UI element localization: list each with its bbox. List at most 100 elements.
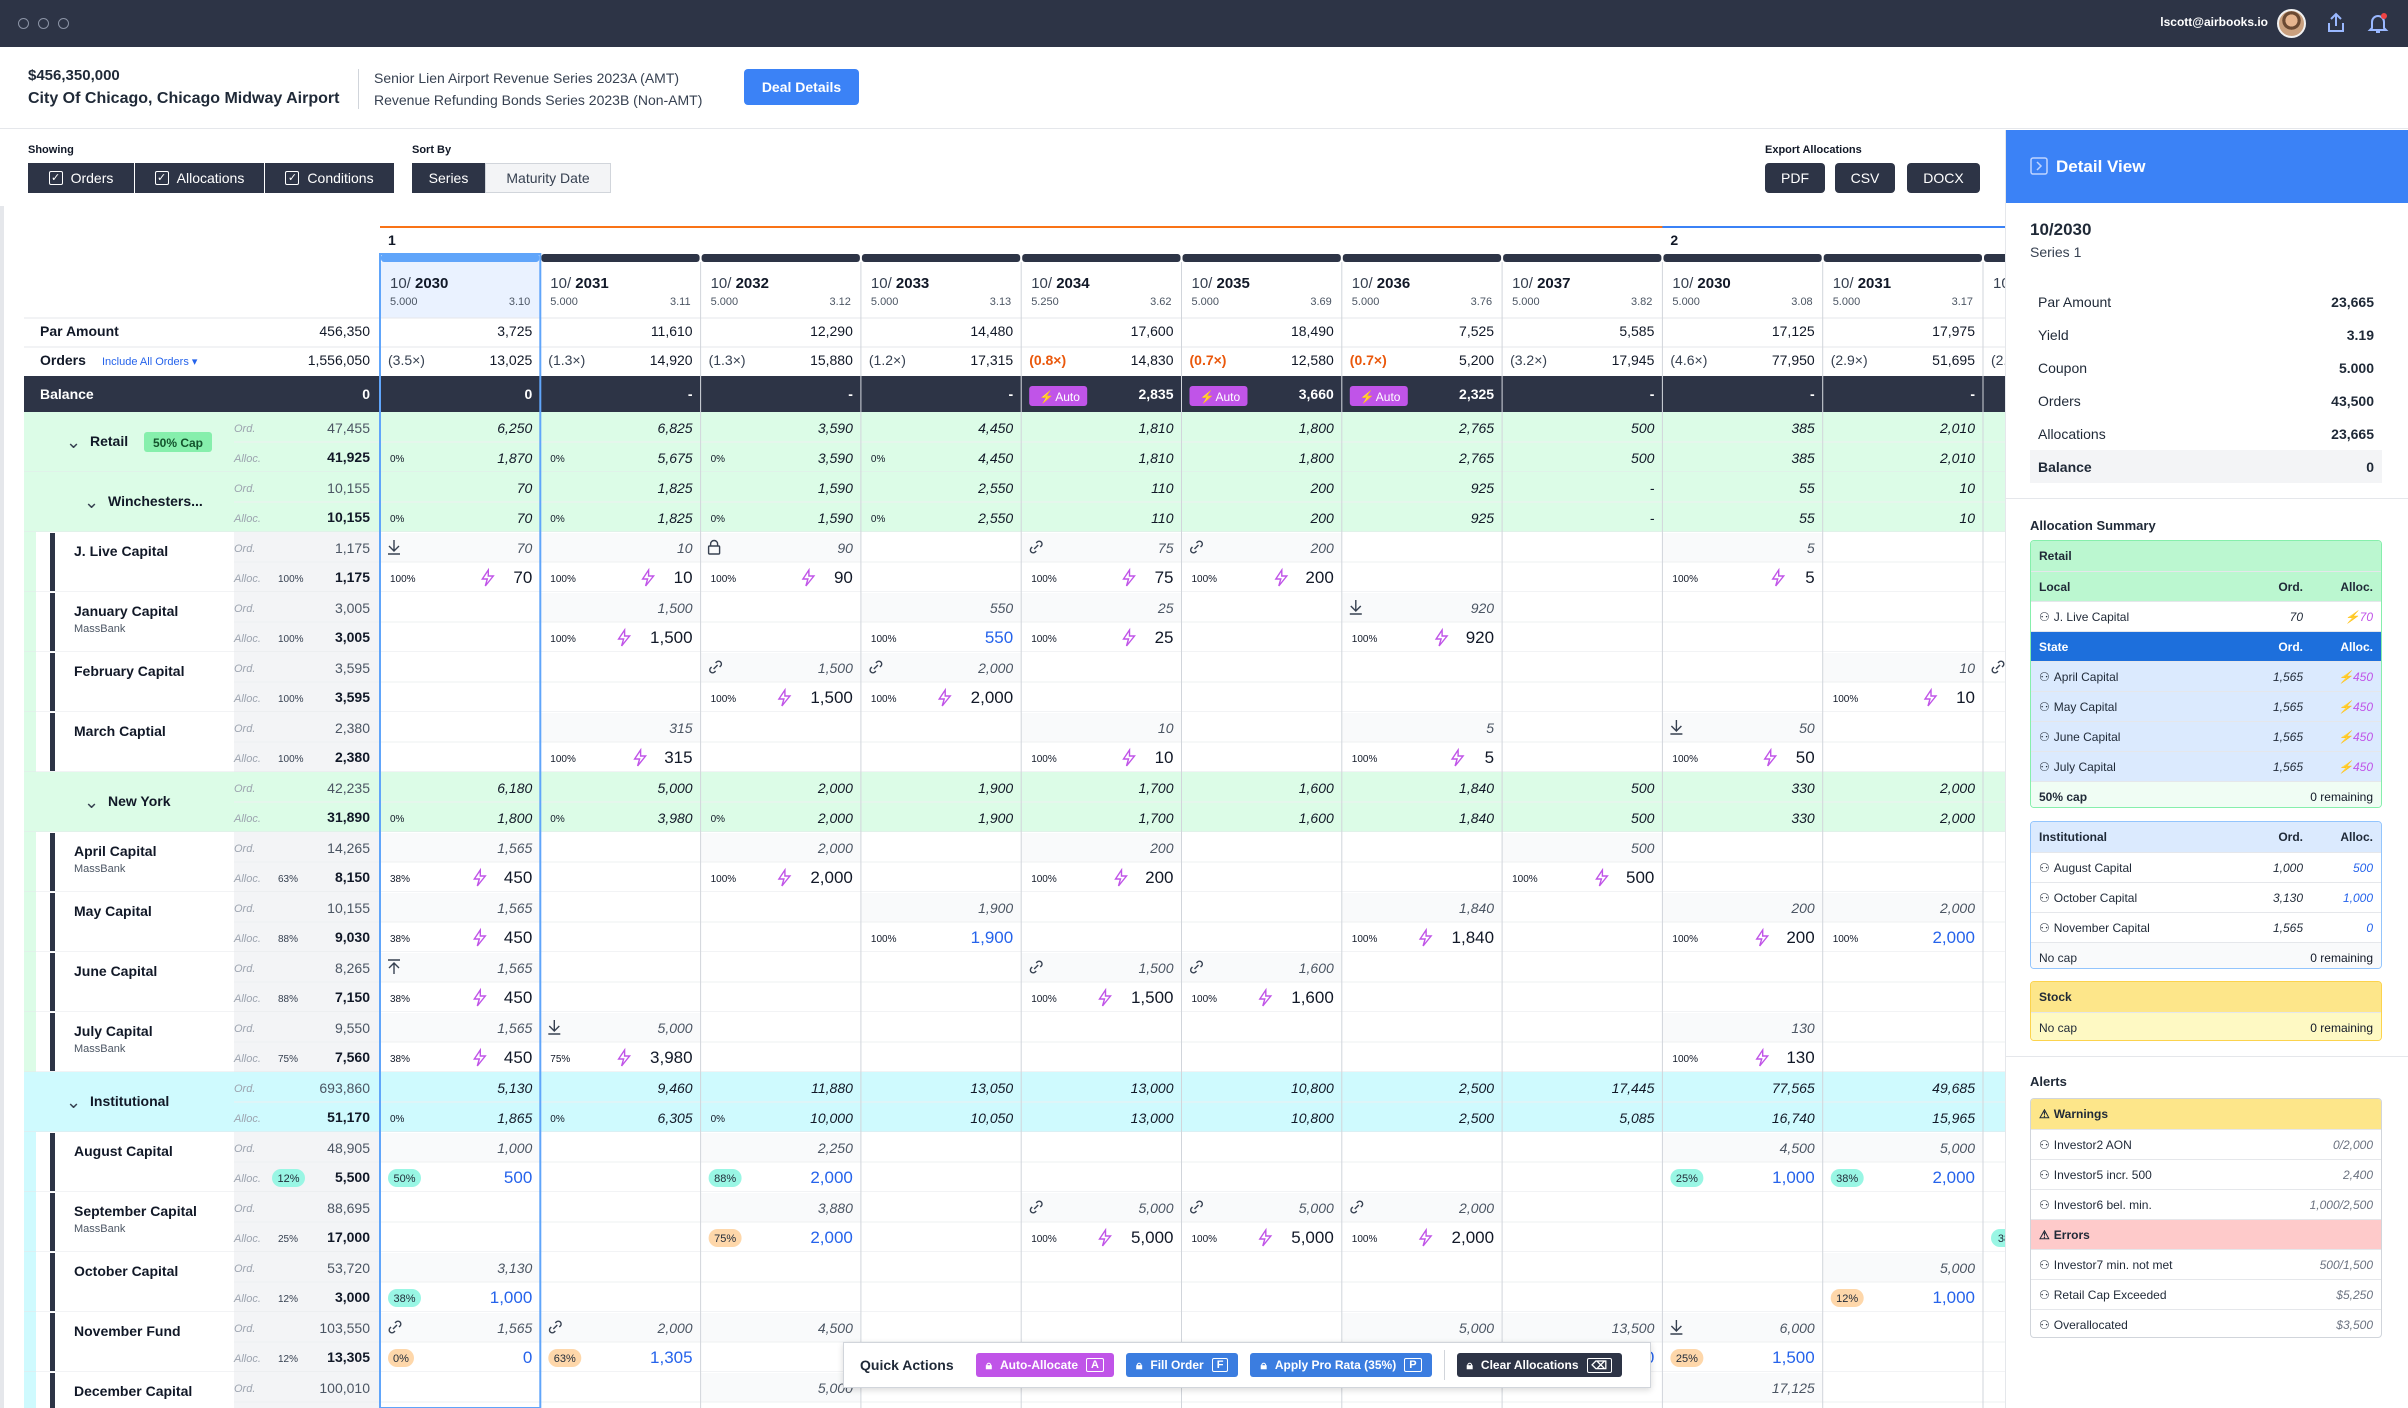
investor-marker bbox=[50, 1373, 55, 1408]
cell-alloc: 2,000 bbox=[810, 1168, 853, 1187]
balance-value: 2,325 bbox=[1459, 386, 1494, 402]
sort-series[interactable]: Series bbox=[412, 163, 485, 193]
fill-order-button[interactable]: 🔒︎ Fill Order F bbox=[1125, 1353, 1239, 1377]
group-name: Retail bbox=[90, 433, 128, 449]
cell-ord: 920 bbox=[1471, 600, 1495, 616]
cell-ord: 4,450 bbox=[978, 420, 1013, 436]
column-tab[interactable] bbox=[1182, 254, 1341, 262]
summary-row[interactable]: ⚇ November Capital 1,565 0 bbox=[2031, 912, 2381, 942]
summary-row[interactable]: ⚇ Overallocated $3,500 bbox=[2031, 1309, 2381, 1337]
cell-ord: 9,460 bbox=[658, 1080, 693, 1096]
lock-icon: 🔒︎ bbox=[985, 1357, 993, 1372]
summary-row[interactable]: ⚇ Investor6 bel. min. 1,000/2,500 bbox=[2031, 1189, 2381, 1219]
investor-name: J. Live Capital bbox=[74, 543, 168, 559]
orders-multiple: (0.8×) bbox=[1029, 352, 1066, 368]
column-tab[interactable] bbox=[541, 254, 700, 262]
toggle-conditions[interactable]: ✓ Conditions bbox=[265, 163, 394, 193]
summary-ord: 1,565 bbox=[2272, 699, 2303, 714]
column-tab[interactable] bbox=[861, 254, 1021, 262]
detail-stat-value: 23,665 bbox=[2331, 293, 2374, 310]
summary-row[interactable]: ⚇ Investor2 AON 0/2,000 bbox=[2031, 1129, 2381, 1159]
column-tab[interactable] bbox=[1022, 254, 1181, 262]
ord-label: Ord. bbox=[234, 1023, 255, 1035]
cell-ord: 1,840 bbox=[1459, 900, 1494, 916]
cell-ord: 200 bbox=[1790, 900, 1815, 916]
row-alloc-total: 3,595 bbox=[335, 689, 370, 705]
summary-row[interactable]: ⚇ Retail Cap Exceeded $5,250 bbox=[2031, 1279, 2381, 1309]
sort-maturity-date[interactable]: Maturity Date bbox=[485, 163, 611, 193]
summary-row[interactable]: ⚇ October Capital 3,130 1,000 bbox=[2031, 882, 2381, 912]
panel-toggle-icon[interactable] bbox=[2030, 157, 2048, 175]
cell-pct: 0% bbox=[390, 514, 405, 525]
summary-row[interactable]: ⚇ J. Live Capital 70 ⚡70 bbox=[2031, 601, 2381, 631]
window-zoom-dot[interactable] bbox=[58, 18, 69, 29]
detail-stat-value: 43,500 bbox=[2331, 392, 2374, 409]
column-tab[interactable] bbox=[1984, 254, 2005, 262]
summary-row[interactable]: ⚇ Investor5 incr. 500 2,400 bbox=[2031, 1159, 2381, 1189]
summary-row[interactable]: ⚇ April Capital 1,565 ⚡450 bbox=[2031, 661, 2381, 691]
lock-icon: 🔒︎ bbox=[1466, 1357, 1473, 1372]
cell-ord: 77,565 bbox=[1772, 1080, 1815, 1096]
row-ord-total: 100,010 bbox=[319, 1380, 370, 1396]
row-ord-total: 693,860 bbox=[319, 1080, 370, 1096]
cell-ord: 5,130 bbox=[497, 1080, 532, 1096]
summary-name: No cap bbox=[2039, 950, 2078, 965]
share-icon[interactable] bbox=[2324, 11, 2348, 35]
window-close-dot[interactable] bbox=[18, 18, 29, 29]
auto-allocate-button[interactable]: 🔒︎ Auto-Allocate A bbox=[975, 1353, 1114, 1377]
cell-alloc: 200 bbox=[1145, 868, 1173, 887]
cell-ord: 2,250 bbox=[817, 1140, 853, 1156]
clear-allocations-button[interactable]: 🔒︎ Clear Allocations ⌫ bbox=[1456, 1353, 1623, 1377]
coupon-value: 5.000 bbox=[390, 296, 418, 308]
summary-row[interactable]: ⚇ Investor7 min. not met 500/1,500 bbox=[2031, 1249, 2381, 1279]
export-pdf-button[interactable]: PDF bbox=[1765, 163, 1825, 193]
auto-badge-label: Auto bbox=[1216, 390, 1241, 404]
cell-alloc: 385 bbox=[1791, 450, 1815, 466]
checkbox-icon: ✓ bbox=[154, 171, 169, 185]
orders-value: 17,315 bbox=[970, 352, 1013, 368]
apply-pro-rata-button[interactable]: 🔒︎ Apply Pro Rata (35%) P bbox=[1250, 1353, 1432, 1377]
maturity-month: 10/ bbox=[1352, 275, 1374, 292]
cell-ord: 130 bbox=[1791, 1020, 1815, 1036]
cell-pct: 38 bbox=[1998, 1233, 2005, 1245]
maturity-month: 10/ bbox=[1192, 275, 1214, 292]
bell-icon[interactable] bbox=[2366, 11, 2390, 35]
summary-ord: 3,130 bbox=[2272, 890, 2303, 905]
deal-header: $456,350,000 City Of Chicago, Chicago Mi… bbox=[0, 47, 2408, 129]
alloc-label: Alloc. bbox=[233, 1173, 261, 1185]
avatar[interactable] bbox=[2277, 9, 2306, 38]
summary-row[interactable]: ⚇ June Capital 1,565 ⚡450 bbox=[2031, 721, 2381, 751]
cell-ord: 1,565 bbox=[497, 1320, 532, 1336]
column-tab[interactable] bbox=[1342, 254, 1502, 262]
column-tab[interactable] bbox=[1663, 254, 1822, 262]
export-docx-button[interactable]: DOCX bbox=[1907, 163, 1980, 193]
summary-row[interactable]: ⚇ August Capital 1,000 500 bbox=[2031, 852, 2381, 882]
cell-ord: 6,000 bbox=[1780, 1320, 1815, 1336]
summary-row[interactable]: ⚇ July Capital 1,565 ⚡450 bbox=[2031, 751, 2381, 781]
summary-name: Investor6 bel. min. bbox=[2053, 1197, 2152, 1212]
coupon-value: 5.000 bbox=[1672, 296, 1700, 308]
column-tab[interactable] bbox=[701, 254, 860, 262]
alloc-pct: 12% bbox=[278, 1294, 298, 1305]
column-tab[interactable] bbox=[1503, 254, 1662, 262]
column-tab[interactable] bbox=[381, 254, 540, 262]
summary-alloc: Alloc. bbox=[2340, 579, 2373, 594]
investor-marker bbox=[50, 893, 55, 951]
summary-row[interactable]: ⚇ May Capital 1,565 ⚡450 bbox=[2031, 691, 2381, 721]
toggle-allocations[interactable]: ✓ Allocations bbox=[135, 163, 264, 193]
investor-name: October Capital bbox=[74, 1263, 178, 1279]
toggle-orders[interactable]: ✓ Orders bbox=[28, 163, 134, 193]
coupon-value: 5.000 bbox=[550, 296, 578, 308]
window-minimize-dot[interactable] bbox=[38, 18, 49, 29]
cell-alloc: 10 bbox=[1959, 510, 1975, 526]
deal-details-button[interactable]: Deal Details bbox=[744, 69, 859, 105]
export-csv-button[interactable]: CSV bbox=[1835, 163, 1895, 193]
cell-ord: 550 bbox=[990, 600, 1014, 616]
column-tab[interactable] bbox=[1823, 254, 1982, 262]
cell-pct: 100% bbox=[1672, 574, 1698, 585]
summary-ord: 1,565 bbox=[2272, 759, 2303, 774]
alloc-pct: 88% bbox=[278, 934, 298, 945]
cell-ord: 2,000 bbox=[817, 840, 853, 856]
row-alloc-total: 3,005 bbox=[335, 629, 370, 645]
investor-marker bbox=[50, 1133, 55, 1191]
